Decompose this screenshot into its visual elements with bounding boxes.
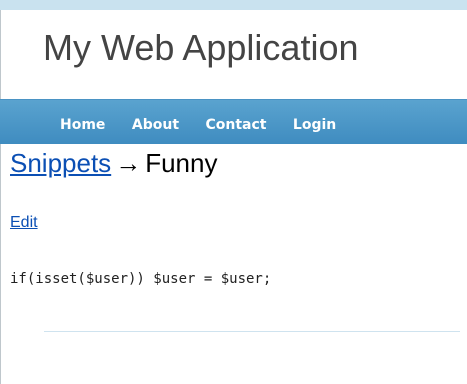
breadcrumb-arrow: → <box>115 148 142 178</box>
nav-home[interactable]: Home <box>60 116 105 134</box>
top-border <box>0 0 467 10</box>
footer-divider <box>44 331 460 332</box>
code-snippet: if(isset($user)) $user = $user; <box>10 271 272 287</box>
nav-about[interactable]: About <box>132 116 179 134</box>
nav-login[interactable]: Login <box>293 116 336 134</box>
breadcrumb-current: Funny <box>145 148 218 178</box>
breadcrumb: Snippets → Funny <box>10 148 217 178</box>
main-menu-list: Home About Contact Login <box>60 116 336 134</box>
main-menu: Home About Contact Login <box>0 99 467 144</box>
nav-contact[interactable]: Contact <box>205 116 266 134</box>
edit-link[interactable]: Edit <box>10 213 38 233</box>
site-title: My Web Application <box>43 27 359 68</box>
breadcrumb-snippets-link[interactable]: Snippets <box>10 148 111 178</box>
